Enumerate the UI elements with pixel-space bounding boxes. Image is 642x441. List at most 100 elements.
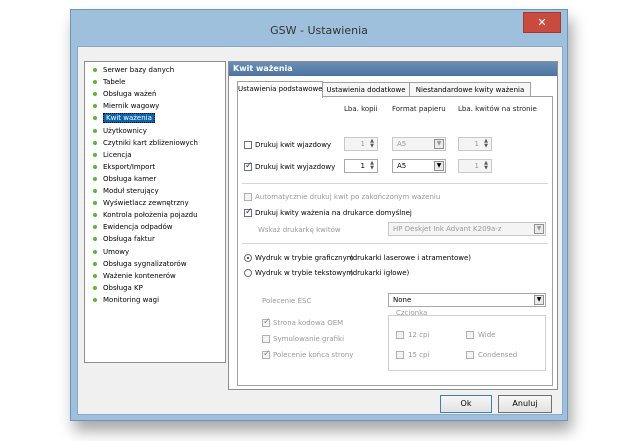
tab-additional-settings[interactable]: Ustawienia dodatkowe	[322, 82, 410, 97]
sidebar-item[interactable]: Obsługa faktur	[93, 235, 155, 247]
divider	[242, 183, 548, 184]
tab-custom-tickets[interactable]: Niestandardowe kwity ważenia	[409, 82, 531, 97]
bullet-icon	[93, 128, 97, 133]
text-mode-radio[interactable]	[244, 269, 252, 277]
sidebar-item-label: Ważenie kontenerów	[103, 271, 176, 280]
esc-command-select[interactable]: None ▼	[388, 293, 546, 307]
sidebar-item[interactable]: Obsługa kamer	[93, 175, 156, 187]
bullet-icon	[93, 213, 97, 218]
bullet-icon	[93, 92, 97, 97]
dropdown-arrow-icon[interactable]: ▼	[434, 139, 444, 149]
sidebar-item[interactable]: Kwit ważenia	[93, 113, 155, 126]
settings-tree: Serwer bazy danych Tabele Obsługa ważeń Mie…	[84, 61, 226, 363]
sidebar-item-label: Eksport/Import	[103, 162, 156, 171]
sidebar-item[interactable]: Ewidencja odpadów	[93, 223, 173, 235]
cpi15-checkbox[interactable]	[396, 351, 404, 359]
divider	[242, 243, 548, 244]
bullet-icon	[93, 273, 97, 278]
cpi12-checkbox[interactable]	[396, 331, 404, 339]
outbound-per-page-spinner[interactable]: 1 ▲ ▼	[458, 159, 492, 173]
bullet-icon	[93, 237, 97, 242]
graphic-mode-label: Wydruk w trybie graficznym	[255, 254, 354, 262]
bullet-icon	[93, 140, 97, 145]
printer-select[interactable]: HP Deskjet Ink Advant K209a-z ▼	[388, 222, 546, 236]
bullet-icon	[93, 261, 97, 266]
font-group	[388, 315, 546, 371]
bullet-icon	[93, 201, 97, 206]
sidebar-item[interactable]: Obsługa ważeń	[93, 90, 156, 102]
sidebar-item-label: Ewidencja odpadów	[103, 223, 173, 232]
sidebar-item[interactable]: Tabele	[93, 78, 125, 90]
tab-basic-settings[interactable]: Ustawienia podstawowe	[237, 81, 323, 98]
title-bar[interactable]: GSW - Ustawienia ✕	[71, 10, 567, 46]
text-mode-note: (drukarki igłowe)	[350, 269, 410, 277]
auto-print-checkbox[interactable]	[244, 193, 252, 201]
cpi12-label: 12 cpi	[408, 331, 430, 339]
sidebar-item-label: Użytkownicy	[103, 126, 147, 135]
bullet-icon	[93, 189, 97, 193]
text-mode-label: Wydruk w trybie tekstowym	[255, 269, 354, 277]
dropdown-arrow-icon[interactable]: ▼	[434, 161, 444, 171]
bullet-icon	[93, 225, 97, 230]
simulate-graphics-checkbox[interactable]	[262, 335, 270, 343]
sidebar-item-label: Serwer bazy danych	[103, 66, 175, 74]
wide-checkbox[interactable]	[466, 331, 474, 339]
wide-label: Wide	[478, 331, 496, 339]
oem-codepage-checkbox[interactable]	[262, 317, 271, 327]
sidebar-item[interactable]: Eksport/Import	[93, 163, 155, 175]
sidebar-item[interactable]: Moduł sterujący	[93, 187, 159, 199]
sidebar-item[interactable]: Wyświetlacz zewnętrzny	[93, 199, 189, 211]
bullet-icon	[93, 164, 97, 169]
sidebar-item[interactable]: Monitoring wagi	[93, 296, 159, 308]
col-header-copies: Lba. kopii	[344, 105, 378, 113]
sidebar-item[interactable]: Użytkownicy	[93, 127, 147, 139]
dropdown-arrow-icon[interactable]: ▼	[534, 295, 544, 305]
end-page-checkbox[interactable]	[262, 349, 271, 359]
bullet-icon	[93, 176, 97, 181]
settings-window: GSW - Ustawienia ✕ Serwer bazy danych Tab…	[70, 9, 568, 421]
inbound-per-page-spinner[interactable]: 1 ▲ ▼	[458, 137, 492, 151]
sidebar-item[interactable]: Ważenie kontenerów	[93, 272, 176, 284]
dropdown-arrow-icon[interactable]: ▼	[534, 224, 544, 234]
graphic-mode-radio[interactable]	[244, 254, 252, 262]
sidebar-item[interactable]: Serwer bazy danych	[93, 66, 174, 78]
spin-arrows-icon[interactable]: ▲ ▼	[482, 161, 490, 171]
condensed-checkbox[interactable]	[466, 351, 474, 359]
sidebar-item[interactable]: Umowy	[93, 248, 129, 260]
ok-button[interactable]: Ok	[440, 395, 492, 413]
outbound-format-select[interactable]: A5 ▼	[392, 159, 446, 173]
default-printer-checkbox[interactable]	[244, 207, 253, 217]
spin-arrows-icon[interactable]: ▲ ▼	[482, 139, 490, 149]
cpi15-label: 15 cpi	[408, 351, 430, 359]
sidebar-item-label: Czytniki kart zbliżeniowych	[103, 138, 198, 147]
simulate-graphics-label: Symulowanie grafiki	[273, 335, 345, 343]
spin-arrows-icon[interactable]: ▲ ▼	[368, 161, 376, 171]
sidebar-item-label: Obsługa KP	[103, 283, 143, 292]
print-inbound-checkbox[interactable]	[244, 141, 252, 149]
inbound-format-select[interactable]: A5 ▼	[392, 137, 446, 151]
window-title: GSW - Ustawienia	[270, 24, 368, 37]
printer-select-label: Wskaż drukarkę kwitów	[258, 226, 341, 234]
col-header-format: Format papieru	[392, 105, 446, 113]
spin-arrows-icon[interactable]: ▲ ▼	[368, 139, 376, 149]
print-outbound-label: Drukuj kwit wyjazdowy	[255, 163, 336, 171]
inbound-copies-spinner[interactable]: 1 ▲ ▼	[344, 137, 378, 151]
sidebar-item[interactable]: Kontrola położenia pojazdu	[93, 211, 198, 223]
sidebar-item-label: Miernik wagowy	[103, 102, 160, 111]
bullet-icon	[93, 68, 97, 72]
print-outbound-checkbox[interactable]	[244, 161, 253, 171]
close-button[interactable]: ✕	[523, 12, 561, 33]
sidebar-item[interactable]: Licencja	[93, 151, 132, 163]
sidebar-item-label: Umowy	[103, 247, 130, 256]
bullet-icon	[93, 80, 97, 85]
sidebar-item[interactable]: Obsługa sygnalizatorów	[93, 260, 187, 272]
sidebar-item[interactable]: Czytniki kart zbliżeniowych	[93, 139, 198, 151]
bullet-icon	[93, 116, 97, 121]
outbound-copies-spinner[interactable]: 1 ▲ ▼	[344, 159, 378, 173]
cancel-button[interactable]: Anuluj	[498, 395, 552, 413]
settings-panel: Kwit ważenia Ustawienia podstawowe Ustaw…	[228, 61, 558, 390]
sidebar-item[interactable]: Obsługa KP	[93, 284, 143, 296]
bullet-icon	[93, 297, 97, 302]
bullet-icon	[93, 249, 97, 254]
sidebar-item-label: Wyświetlacz zewnętrzny	[103, 199, 189, 208]
